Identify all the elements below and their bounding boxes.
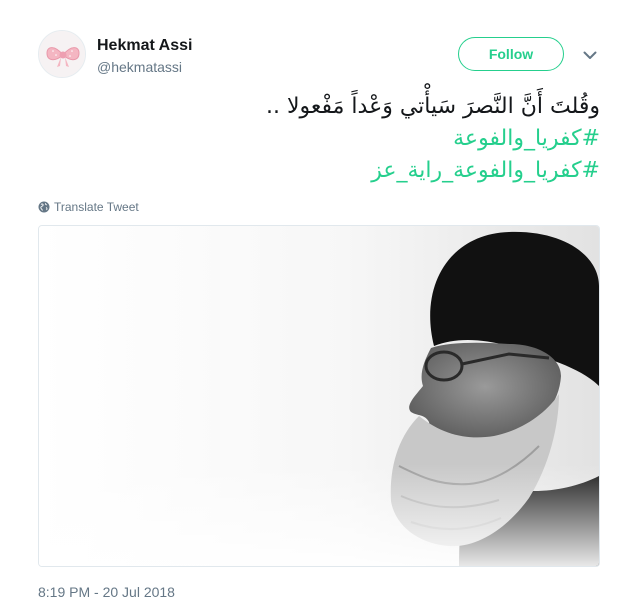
translate-label: Translate Tweet: [54, 200, 139, 214]
hashtag-link[interactable]: #كفريا_والفوعة_راية_عز: [150, 155, 600, 187]
more-options-button[interactable]: [582, 49, 598, 61]
tweet-card: Hekmat Assi @hekmatassi Follow وقُلتَ أَ…: [0, 0, 637, 606]
tweet-media-photo[interactable]: [38, 225, 600, 567]
user-avatar[interactable]: [38, 30, 86, 78]
chevron-down-icon: [583, 51, 597, 59]
hashtag-link[interactable]: #كفريا_والفوعة: [150, 123, 600, 155]
tweet-timestamp[interactable]: 8:19 PM - 20 Jul 2018: [38, 583, 175, 601]
tweet-text: وقُلتَ أَنَّ النَّصرَ سَيأْتي وَعْداً مَ…: [150, 91, 600, 187]
tweet-text-line: وقُلتَ أَنَّ النَّصرَ سَيأْتي وَعْداً مَ…: [266, 94, 600, 119]
globe-icon: [38, 201, 50, 213]
portrait-photo: [39, 226, 599, 566]
translate-tweet-link[interactable]: Translate Tweet: [38, 199, 139, 215]
follow-button[interactable]: Follow: [458, 37, 564, 71]
screen-name[interactable]: @hekmatassi: [97, 58, 182, 76]
display-name[interactable]: Hekmat Assi: [97, 36, 192, 56]
pink-bow-icon: [39, 31, 85, 77]
